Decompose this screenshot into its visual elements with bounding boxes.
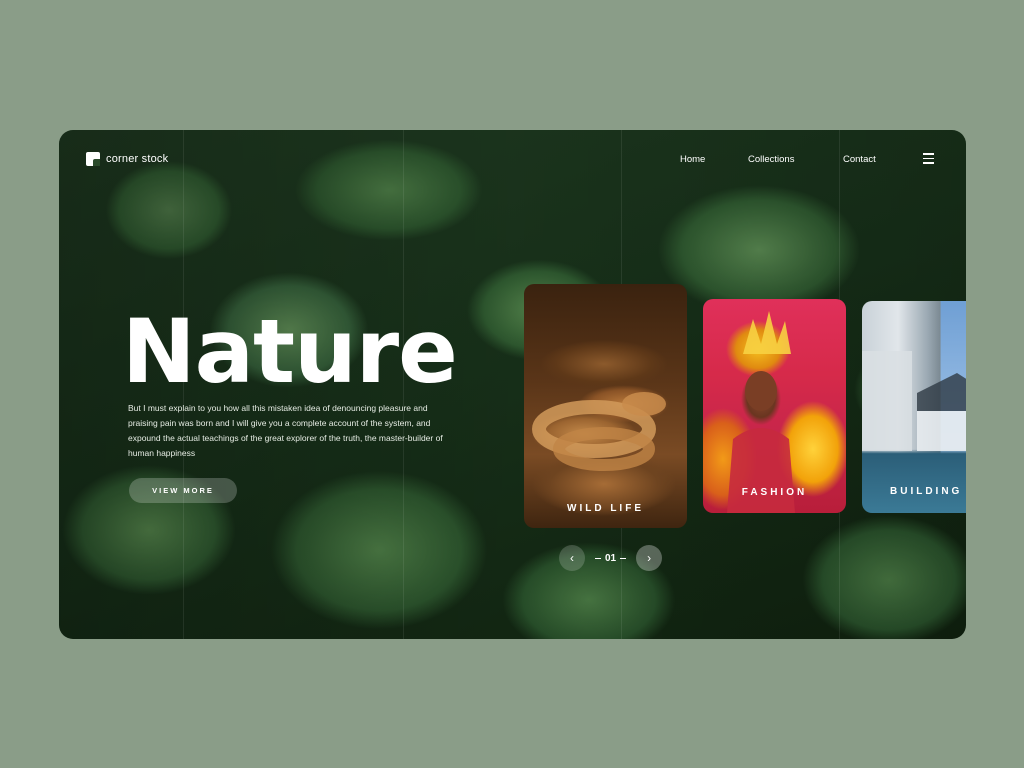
hamburger-menu-icon[interactable] bbox=[923, 153, 934, 164]
dancer-illustration bbox=[727, 311, 795, 513]
hero-description: But I must explain to you how all this m… bbox=[128, 403, 443, 458]
card-label: WILD LIFE bbox=[567, 503, 644, 514]
page-indicator: 01 bbox=[591, 553, 630, 564]
card-wild-life[interactable]: WILD LIFE bbox=[524, 284, 687, 528]
card-building[interactable]: BUILDING bbox=[862, 301, 966, 513]
brand-logo[interactable]: corner stock bbox=[86, 152, 168, 166]
card-fashion[interactable]: FASHION bbox=[703, 299, 846, 513]
snake-illustration bbox=[532, 392, 666, 471]
page-number: 01 bbox=[605, 552, 617, 564]
carousel-pager: ‹ 01 › bbox=[559, 545, 663, 571]
brand-name: corner stock bbox=[106, 153, 169, 165]
chevron-left-icon[interactable]: ‹ bbox=[559, 545, 585, 571]
nav-contact[interactable]: Contact bbox=[843, 154, 876, 165]
building-illustration bbox=[862, 351, 966, 451]
card-label: FASHION bbox=[741, 487, 808, 498]
nav-collections[interactable]: Collections bbox=[748, 154, 794, 165]
nav-home[interactable]: Home bbox=[680, 154, 705, 165]
square-logo-icon bbox=[86, 152, 100, 166]
view-more-button[interactable]: VIEW MORE bbox=[129, 478, 237, 503]
card-label: BUILDING bbox=[890, 486, 963, 497]
chevron-right-icon[interactable]: › bbox=[636, 545, 663, 571]
hero-frame: corner stock Home Collections Contact Na… bbox=[59, 130, 966, 639]
hero-title: Nature bbox=[122, 300, 458, 403]
